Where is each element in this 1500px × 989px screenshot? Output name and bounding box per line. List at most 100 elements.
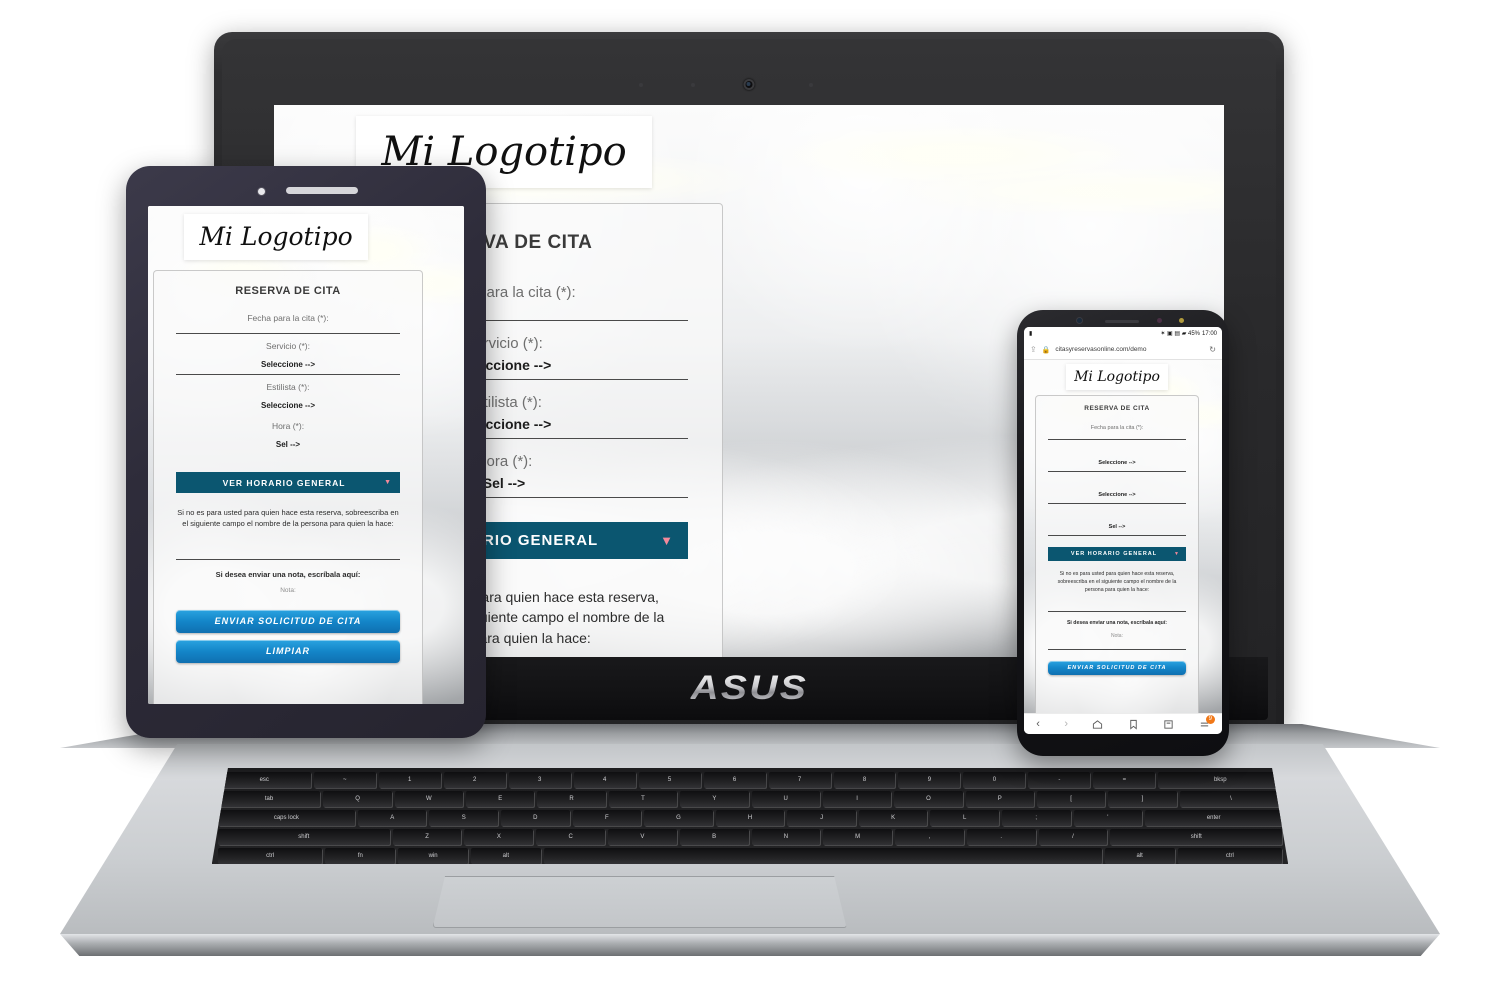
key[interactable]: ~ [313,772,376,788]
key[interactable]: 4 [573,772,636,788]
key[interactable]: B [679,829,749,845]
field-estilista-value: Seleccione --> [260,401,316,410]
key[interactable]: W [394,791,464,807]
key[interactable]: F [572,810,642,826]
key[interactable]: win [398,848,468,864]
key[interactable]: Y [680,791,749,807]
key[interactable]: shift [217,829,390,845]
key[interactable]: alt [470,848,541,864]
key[interactable]: fn [325,848,396,864]
keyboard-row: tab Q W E R T Y U I O P [ ] \ [217,791,1283,807]
key[interactable]: E [466,791,535,807]
share-icon[interactable]: ⇪ [1030,345,1037,354]
key[interactable]: ctrl [217,848,323,864]
field-hora-select[interactable]: Sel --> [1048,513,1186,536]
key[interactable]: caps lock [217,810,355,826]
key[interactable]: O [894,791,963,807]
key[interactable]: 6 [703,772,766,788]
field-servicio-select[interactable]: Seleccione --> [1048,449,1186,472]
key[interactable]: V [608,829,677,845]
key[interactable]: ; [1001,810,1071,826]
key[interactable]: H [715,810,785,826]
key[interactable]: J [787,810,856,826]
browser-address-bar[interactable]: ⇪ 🔒 citasyreservasonline.com/demo ↻ [1024,340,1222,360]
key[interactable]: L [930,810,999,826]
key-space[interactable] [543,848,1102,864]
key[interactable]: ' [1073,810,1143,826]
field-fecha-label: Fecha para la cita (*): [247,313,329,323]
reload-icon[interactable]: ↻ [1209,345,1216,354]
key[interactable]: , [895,829,964,845]
keyboard-row: shift Z X C V B N M , . / shift [217,829,1283,845]
tablet-body: Mi Logotipo RESERVA DE CITA Fecha para l… [126,166,486,738]
key[interactable]: 1 [378,772,441,788]
key[interactable]: M [823,829,893,845]
field-estilista-select[interactable]: Seleccione --> [1048,481,1186,504]
field-servicio-select[interactable]: Seleccione --> [176,351,400,375]
key[interactable]: N [751,829,821,845]
phone-sensor-row [1027,314,1219,328]
recipient-name-input[interactable] [176,544,400,560]
key[interactable]: . [966,829,1036,845]
key[interactable]: ] [1108,791,1177,807]
ver-horario-general-label: VER HORARIO GENERAL [222,477,346,488]
keyboard[interactable]: esc ~ 1 2 3 4 5 6 7 8 9 0 - = bksp tab Q… [211,768,1289,864]
key[interactable]: S [429,810,499,826]
ver-horario-general-button[interactable]: VER HORARIO GENERAL ▼ [1048,547,1186,561]
key[interactable]: T [608,791,678,807]
key[interactable]: X [464,829,534,845]
key[interactable]: / [1038,829,1108,845]
key[interactable]: D [501,810,570,826]
key[interactable]: 9 [898,772,961,788]
tabs-icon[interactable] [1163,719,1174,730]
menu-icon[interactable]: 9 [1199,714,1215,730]
field-fecha-input[interactable] [1048,433,1186,440]
key[interactable]: esc [217,772,311,788]
key[interactable]: 5 [638,772,701,788]
forward-icon[interactable]: › [1064,718,1068,730]
key[interactable]: alt [1104,848,1175,864]
key[interactable]: ctrl [1177,848,1283,864]
field-hora-select[interactable]: Sel --> [176,431,400,454]
key[interactable]: \ [1179,791,1283,807]
key[interactable]: 3 [508,772,571,788]
key[interactable]: P [965,791,1034,807]
key[interactable]: bksp [1158,772,1283,788]
phone-body: ▮ ✶ ▣ ▤ ▰ 45% 17:00 ⇪ 🔒 citasyreservason… [1017,310,1229,756]
home-icon[interactable] [1092,719,1103,730]
trackpad[interactable] [432,876,847,928]
field-fecha: Fecha para la cita (*): [176,313,400,334]
bookmark-icon[interactable] [1128,719,1139,730]
key[interactable]: enter [1145,810,1283,826]
submit-button[interactable]: ENVIAR SOLICITUD DE CITA [1048,661,1186,676]
field-estilista-select[interactable]: Seleccione --> [176,392,400,415]
key[interactable]: R [537,791,606,807]
key[interactable]: Z [392,829,462,845]
key[interactable]: = [1093,772,1156,788]
clear-button[interactable]: LIMPIAR [176,639,400,663]
key[interactable]: C [536,829,605,845]
key[interactable]: 7 [768,772,831,788]
field-fecha-input[interactable] [176,325,400,334]
key[interactable]: I [822,791,892,807]
key[interactable]: G [644,810,713,826]
submit-button[interactable]: ENVIAR SOLICITUD DE CITA [176,609,400,633]
page-title: RESERVA DE CITA [1084,405,1150,412]
key[interactable]: shift [1110,829,1283,845]
key[interactable]: A [357,810,427,826]
key[interactable]: tab [217,791,321,807]
key[interactable]: 8 [833,772,896,788]
key[interactable]: K [858,810,928,826]
key[interactable]: U [751,791,820,807]
recipient-name-input[interactable] [1048,602,1186,613]
ver-horario-general-button[interactable]: VER HORARIO GENERAL ▼ [176,472,400,493]
note-textarea[interactable]: Nota: [176,587,400,594]
key[interactable]: 0 [963,772,1026,788]
laptop-deck: esc ~ 1 2 3 4 5 6 7 8 9 0 - = bksp tab Q… [60,744,1440,934]
key[interactable]: Q [323,791,392,807]
key[interactable]: 2 [443,772,506,788]
key[interactable]: - [1028,772,1091,788]
key[interactable]: [ [1036,791,1106,807]
back-icon[interactable]: ‹ [1036,718,1040,730]
note-textarea[interactable]: Nota: [1048,633,1186,651]
